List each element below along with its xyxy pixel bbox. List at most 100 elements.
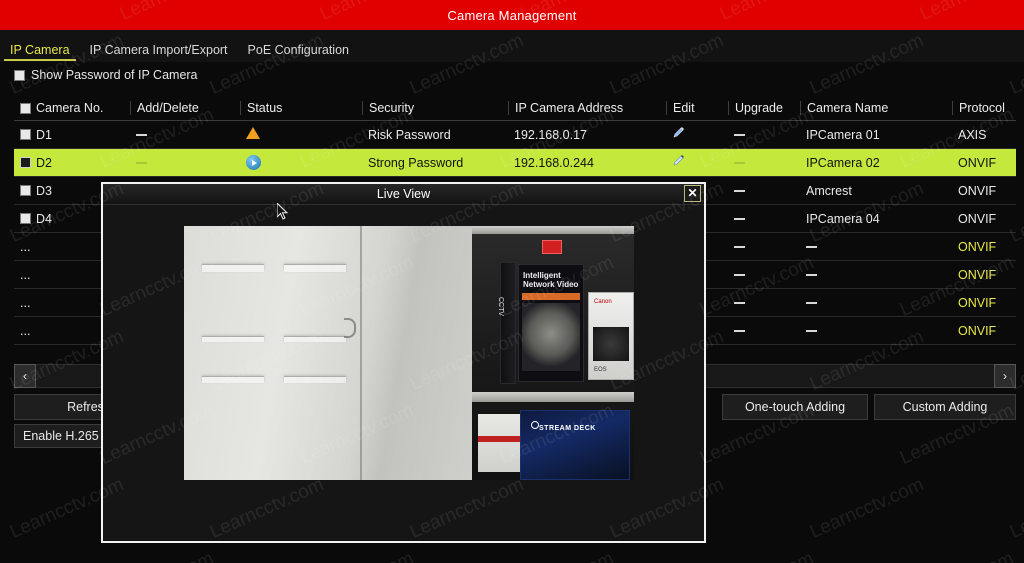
dash-icon [734, 330, 745, 333]
tab-ip-camera[interactable]: IP Camera [0, 43, 80, 62]
scroll-right-button[interactable]: › [994, 364, 1016, 388]
dash-icon [136, 134, 147, 137]
select-all-checkbox[interactable] [20, 102, 31, 114]
row-camera-no-label: D1 [36, 127, 52, 142]
door-panel [284, 376, 346, 383]
table-header-row: Camera No. Add/Delete Status Security IP… [14, 96, 1016, 121]
row-protocol-cell: ONVIF [958, 183, 997, 198]
play-icon[interactable] [246, 155, 261, 171]
row-address-cell: 192.168.0.244 [514, 155, 594, 170]
one-touch-adding-button[interactable]: One-touch Adding [722, 394, 868, 420]
live-view-dialog: Live View ✕ CCTV Intelligent Network Vid… [101, 182, 706, 543]
row-camera-no-cell[interactable]: D2 [14, 156, 130, 170]
row-checkbox[interactable] [20, 157, 31, 168]
row-protocol-cell: ONVIF [958, 155, 997, 170]
row-upgrade-cell [728, 324, 800, 338]
scroll-left-button[interactable]: ‹ [14, 364, 36, 388]
column-header-security[interactable]: Security [362, 101, 508, 115]
row-camera-no-cell[interactable]: D1 [14, 128, 130, 142]
row-edit-cell[interactable] [666, 126, 728, 143]
door-panel [202, 376, 264, 383]
column-header-status[interactable]: Status [240, 101, 362, 115]
row-checkbox[interactable] [20, 129, 31, 140]
row-camera-no-label: ... [20, 239, 31, 254]
table-row[interactable]: D2 Strong Password 192.168.0.244 IPCamer… [14, 149, 1016, 177]
row-camera-no-label: D3 [36, 183, 52, 198]
row-upgrade-cell[interactable] [728, 128, 800, 142]
row-protocol-cell: ONVIF [958, 211, 997, 226]
warning-icon [246, 127, 260, 139]
close-icon[interactable]: ✕ [684, 185, 701, 202]
row-security-cell: Risk Password [368, 127, 451, 142]
column-header-camera-name[interactable]: Camera Name [800, 101, 952, 115]
row-camera-name-cell: Amcrest [806, 183, 852, 198]
row-protocol-cell: ONVIF [958, 295, 997, 310]
row-camera-name-cell: IPCamera 04 [806, 211, 880, 226]
row-camera-name-cell: IPCamera 02 [806, 155, 880, 170]
camera-box-model: EOS [594, 367, 607, 373]
red-box-object [542, 240, 562, 254]
row-camera-name-cell: IPCamera 01 [806, 127, 880, 142]
row-camera-no-label: ... [20, 295, 31, 310]
row-camera-no-label: D2 [36, 155, 52, 170]
row-add-delete-cell[interactable] [130, 156, 240, 170]
row-upgrade-cell[interactable] [728, 184, 800, 198]
dash-icon [734, 274, 745, 277]
live-view-title-bar: Live View ✕ [103, 184, 704, 205]
mouse-cursor-icon [276, 201, 289, 226]
row-protocol-cell: ONVIF [958, 323, 997, 338]
enable-h265-button[interactable]: Enable H.265 [14, 424, 108, 448]
dash-icon [806, 330, 817, 333]
tab-ip-camera-import-export[interactable]: IP Camera Import/Export [80, 43, 238, 62]
row-security-cell: Strong Password [368, 155, 464, 170]
video-shelf-region: CCTV Intelligent Network Video Canon EOS [472, 226, 634, 480]
book-image [522, 303, 580, 371]
row-protocol-cell: ONVIF [958, 267, 997, 282]
door-panel [202, 264, 264, 272]
row-upgrade-cell [728, 268, 800, 282]
live-view-body: CCTV Intelligent Network Video Canon EOS [103, 205, 704, 541]
row-upgrade-cell[interactable] [728, 212, 800, 226]
custom-adding-button[interactable]: Custom Adding [874, 394, 1016, 420]
column-header-add-delete[interactable]: Add/Delete [130, 101, 240, 115]
shelf-board [472, 392, 634, 402]
table-row[interactable]: D1 Risk Password 192.168.0.17 IPCamera 0… [14, 121, 1016, 149]
dash-icon [806, 246, 817, 249]
door-panel [284, 336, 346, 342]
column-label-camera-no: Camera No. [36, 101, 104, 115]
column-header-edit[interactable]: Edit [666, 101, 728, 115]
column-header-ip-camera-address[interactable]: IP Camera Address [508, 101, 666, 115]
row-checkbox[interactable] [20, 213, 31, 224]
row-protocol-cell: AXIS [958, 127, 987, 142]
row-add-delete-cell[interactable] [130, 128, 240, 142]
column-header-upgrade[interactable]: Upgrade [728, 101, 800, 115]
pencil-icon[interactable] [672, 154, 686, 168]
stream-deck-label: STREAM DECK [539, 425, 596, 432]
show-password-checkbox[interactable] [14, 69, 25, 81]
column-header-camera-no[interactable]: Camera No. [14, 101, 130, 115]
live-view-video[interactable]: CCTV Intelligent Network Video Canon EOS [184, 226, 634, 480]
book-title-label: Intelligent Network Video [523, 271, 579, 289]
book-spine-label: CCTV [497, 297, 504, 317]
white-box-stripe [478, 436, 520, 442]
pencil-icon[interactable] [672, 126, 686, 140]
show-password-row[interactable]: Show Password of IP Camera [14, 68, 198, 82]
door-panel [202, 336, 264, 342]
dash-icon [734, 218, 745, 221]
column-header-protocol[interactable]: Protocol [952, 101, 1016, 115]
door-handle [344, 318, 356, 338]
row-checkbox[interactable] [20, 185, 31, 196]
row-camera-no-label: ... [20, 267, 31, 282]
book-cover: Intelligent Network Video [518, 264, 584, 382]
door-panel [284, 264, 346, 272]
row-edit-cell[interactable] [666, 154, 728, 171]
tab-poe-configuration[interactable]: PoE Configuration [238, 43, 359, 62]
row-camera-name-cell [800, 296, 952, 310]
row-camera-name-cell [800, 268, 952, 282]
row-status-cell [240, 127, 362, 142]
row-status-cell[interactable] [240, 155, 362, 171]
camera-box-image [593, 327, 629, 361]
book-band [522, 293, 580, 300]
row-camera-name-cell [800, 240, 952, 254]
row-upgrade-cell[interactable] [728, 156, 800, 170]
